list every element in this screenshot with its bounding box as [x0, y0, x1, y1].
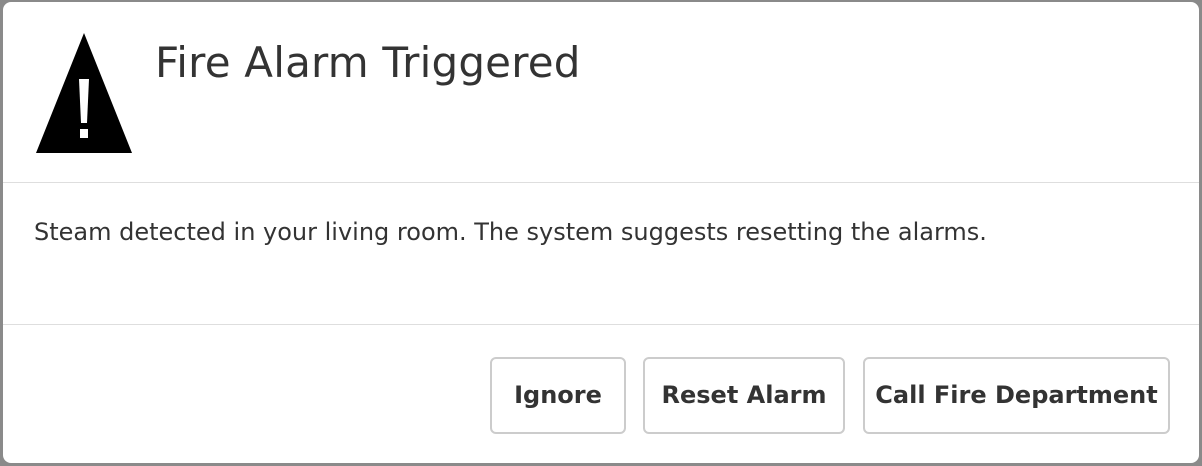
call-fire-department-button[interactable]: Call Fire Department [863, 357, 1170, 434]
dialog-header: Fire Alarm Triggered [3, 2, 1199, 183]
reset-alarm-button[interactable]: Reset Alarm [643, 357, 845, 434]
ignore-button[interactable]: Ignore [490, 357, 626, 434]
fire-alarm-dialog: Fire Alarm Triggered Steam detected in y… [3, 2, 1199, 463]
dialog-body: Steam detected in your living room. The … [3, 183, 1199, 325]
dialog-footer: Ignore Reset Alarm Call Fire Department [3, 325, 1199, 463]
dialog-title: Fire Alarm Triggered [155, 38, 581, 87]
warning-triangle-icon [36, 33, 132, 153]
dialog-message: Steam detected in your living room. The … [34, 218, 987, 246]
